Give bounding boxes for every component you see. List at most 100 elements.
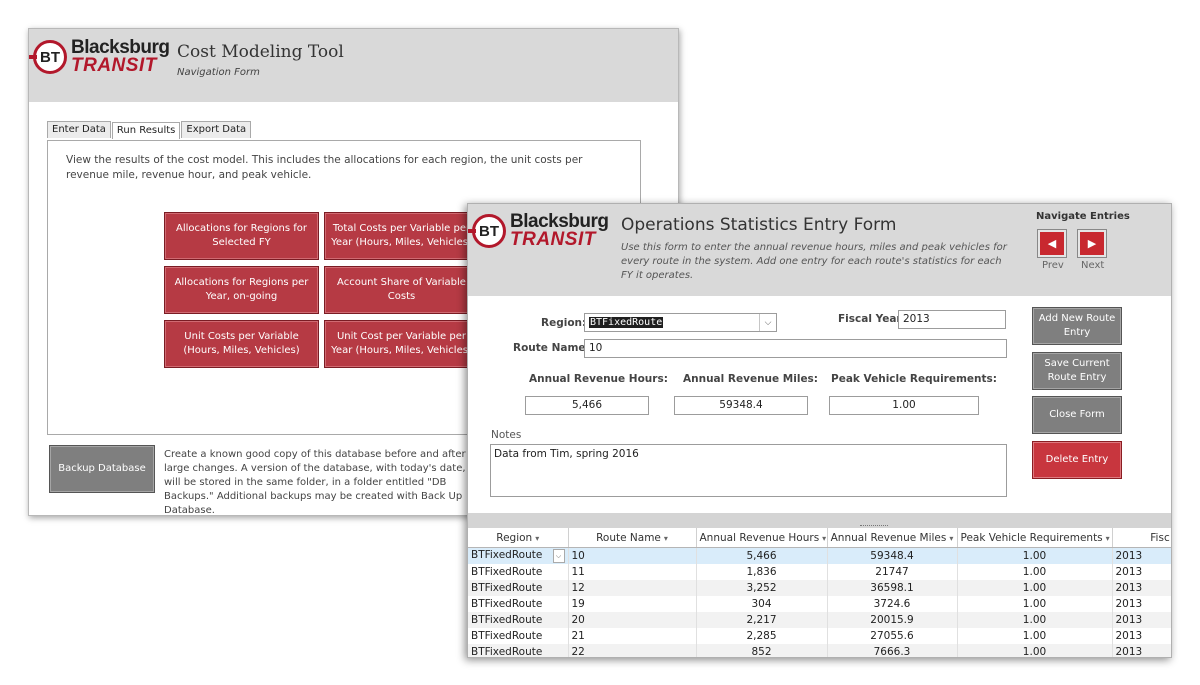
revenue-miles-label: Annual Revenue Miles: xyxy=(683,373,819,385)
fiscal-year-field[interactable]: 2013 xyxy=(898,310,1006,329)
cell-route[interactable]: 21 xyxy=(568,628,697,644)
cell-fiscal-year[interactable]: 2013 xyxy=(1112,596,1171,612)
cell-revenue-miles[interactable]: 36598.1 xyxy=(827,580,958,596)
cell-peak-vehicles[interactable]: 1.00 xyxy=(957,628,1113,644)
cell-revenue-miles[interactable]: 59348.4 xyxy=(827,547,958,564)
tab-run-results[interactable]: Run Results xyxy=(111,122,181,139)
revenue-miles-field[interactable]: 59348.4 xyxy=(674,396,808,415)
table-row[interactable]: BTFixedRoute 21 2,285 27055.6 1.00 2013 xyxy=(468,628,1171,644)
cell-peak-vehicles[interactable]: 1.00 xyxy=(957,564,1113,580)
cell-region[interactable]: BTFixedRoute xyxy=(468,564,569,580)
allocations-per-year-button[interactable]: Allocations for Regions per Year, on-goi… xyxy=(164,266,319,314)
delete-entry-button[interactable]: Delete Entry xyxy=(1032,441,1122,479)
tab-enter-data[interactable]: Enter Data xyxy=(47,121,111,138)
blacksburg-transit-logo: BT Blacksburg TRANSIT xyxy=(468,212,609,249)
table-row[interactable]: BTFixedRoute 20 2,217 20015.9 1.00 2013 xyxy=(468,612,1171,628)
unit-costs-per-variable-button[interactable]: Unit Costs per Variable (Hours, Miles, V… xyxy=(164,320,319,368)
cell-revenue-hours[interactable]: 5,466 xyxy=(696,547,828,564)
revenue-hours-label: Annual Revenue Hours: xyxy=(529,373,668,385)
next-entry-button[interactable]: ▶ xyxy=(1078,230,1106,257)
revenue-hours-field[interactable]: 5,466 xyxy=(525,396,649,415)
add-new-route-button[interactable]: Add New Route Entry xyxy=(1032,307,1122,345)
cell-fiscal-year[interactable]: 2013 xyxy=(1112,547,1171,564)
column-header-peak-vehicles[interactable]: Peak Vehicle Requirements ▾ xyxy=(957,528,1113,548)
cell-peak-vehicles[interactable]: 1.00 xyxy=(957,547,1113,564)
column-header-fiscal-year[interactable]: Fisc xyxy=(1112,528,1171,548)
cell-region[interactable]: BTFixedRoute ⌵ xyxy=(468,547,569,564)
prev-entry-button[interactable]: ◀ xyxy=(1038,230,1066,257)
blacksburg-transit-logo: BT Blacksburg TRANSIT xyxy=(29,38,170,77)
navigate-entries-label: Navigate Entries xyxy=(1036,211,1130,222)
region-combo[interactable]: BTFixedRoute ⌵ xyxy=(584,313,777,332)
notes-field[interactable]: Data from Tim, spring 2016 xyxy=(490,444,1007,497)
route-name-field[interactable]: 10 xyxy=(584,339,1007,358)
cell-fiscal-year[interactable]: 2013 xyxy=(1112,644,1171,657)
column-header-revenue-hours[interactable]: Annual Revenue Hours ▾ xyxy=(696,528,828,548)
page-title: Cost Modeling Tool xyxy=(177,42,344,62)
cell-revenue-hours[interactable]: 2,217 xyxy=(696,612,828,628)
cell-route[interactable]: 20 xyxy=(568,612,697,628)
cell-peak-vehicles[interactable]: 1.00 xyxy=(957,644,1113,657)
cell-revenue-hours[interactable]: 3,252 xyxy=(696,580,828,596)
account-share-button[interactable]: Account Share of Variable Costs xyxy=(324,266,479,314)
form-title: Operations Statistics Entry Form xyxy=(621,215,897,235)
logo-line2: TRANSIT xyxy=(71,55,157,77)
cell-route[interactable]: 22 xyxy=(568,644,697,657)
cell-revenue-miles[interactable]: 3724.6 xyxy=(827,596,958,612)
cell-revenue-hours[interactable]: 852 xyxy=(696,644,828,657)
region-label: Region: xyxy=(541,317,587,329)
cell-fiscal-year[interactable]: 2013 xyxy=(1112,564,1171,580)
cell-revenue-hours[interactable]: 2,285 xyxy=(696,628,828,644)
cell-revenue-miles[interactable]: 21747 xyxy=(827,564,958,580)
column-header-revenue-miles[interactable]: Annual Revenue Miles ▾ xyxy=(827,528,958,548)
cell-region[interactable]: BTFixedRoute xyxy=(468,580,569,596)
unit-cost-per-year-button[interactable]: Unit Cost per Variable per Year (Hours, … xyxy=(324,320,479,368)
cell-route[interactable]: 12 xyxy=(568,580,697,596)
next-label: Next xyxy=(1081,260,1105,271)
peak-vehicles-field[interactable]: 1.00 xyxy=(829,396,979,415)
table-row[interactable]: BTFixedRoute 19 304 3724.6 1.00 2013 xyxy=(468,596,1171,612)
cell-route[interactable]: 11 xyxy=(568,564,697,580)
cell-revenue-miles[interactable]: 7666.3 xyxy=(827,644,958,657)
close-form-button[interactable]: Close Form xyxy=(1032,396,1122,434)
form-instructions: Use this form to enter the annual revenu… xyxy=(621,242,1007,281)
column-header-route-name[interactable]: Route Name ▾ xyxy=(568,528,697,548)
column-header-region[interactable]: Region ▾ xyxy=(468,528,569,548)
splitter-bar[interactable] xyxy=(468,513,1171,528)
allocations-selected-fy-button[interactable]: Allocations for Regions for Selected FY xyxy=(164,212,319,260)
table-row[interactable]: BTFixedRoute ⌵ 10 5,466 59348.4 1.00 2013 xyxy=(468,547,1171,564)
operations-statistics-window: BT Blacksburg TRANSIT Operations Statist… xyxy=(467,203,1172,658)
cell-fiscal-year[interactable]: 2013 xyxy=(1112,612,1171,628)
tab-export-data[interactable]: Export Data xyxy=(181,121,252,138)
cell-revenue-hours[interactable]: 1,836 xyxy=(696,564,828,580)
cell-revenue-hours[interactable]: 304 xyxy=(696,596,828,612)
page-subtitle: Navigation Form xyxy=(177,67,260,78)
cell-region[interactable]: BTFixedRoute xyxy=(468,612,569,628)
table-row[interactable]: BTFixedRoute 11 1,836 21747 1.00 2013 xyxy=(468,564,1171,580)
cell-peak-vehicles[interactable]: 1.00 xyxy=(957,596,1113,612)
triangle-right-icon: ▶ xyxy=(1087,237,1097,250)
cell-revenue-miles[interactable]: 27055.6 xyxy=(827,628,958,644)
cell-route[interactable]: 19 xyxy=(568,596,697,612)
region-value: BTFixedRoute xyxy=(589,317,664,328)
cell-region[interactable]: BTFixedRoute xyxy=(468,596,569,612)
table-row[interactable]: BTFixedRoute 22 852 7666.3 1.00 2013 xyxy=(468,644,1171,657)
chevron-down-icon[interactable]: ⌵ xyxy=(759,314,776,331)
cell-peak-vehicles[interactable]: 1.00 xyxy=(957,612,1113,628)
table-row[interactable]: BTFixedRoute 12 3,252 36598.1 1.00 2013 xyxy=(468,580,1171,596)
save-current-route-button[interactable]: Save Current Route Entry xyxy=(1032,352,1122,390)
cell-region[interactable]: BTFixedRoute xyxy=(468,644,569,657)
cell-region[interactable]: BTFixedRoute xyxy=(468,628,569,644)
route-statistics-table: Region ▾ Route Name ▾ Annual Revenue Hours… xyxy=(468,528,1171,657)
run-results-description: View the results of the cost model. This… xyxy=(66,154,583,181)
cell-peak-vehicles[interactable]: 1.00 xyxy=(957,580,1113,596)
backup-database-button[interactable]: Backup Database xyxy=(49,445,155,493)
notes-label: Notes xyxy=(491,429,522,441)
cell-route[interactable]: 10 xyxy=(568,547,697,564)
cell-fiscal-year[interactable]: 2013 xyxy=(1112,580,1171,596)
operations-form-header: BT Blacksburg TRANSIT Operations Statist… xyxy=(468,204,1171,296)
total-costs-per-variable-button[interactable]: Total Costs per Variable per Year (Hours… xyxy=(324,212,479,260)
cell-fiscal-year[interactable]: 2013 xyxy=(1112,628,1171,644)
chevron-down-icon[interactable]: ⌵ xyxy=(552,549,565,563)
cell-revenue-miles[interactable]: 20015.9 xyxy=(827,612,958,628)
